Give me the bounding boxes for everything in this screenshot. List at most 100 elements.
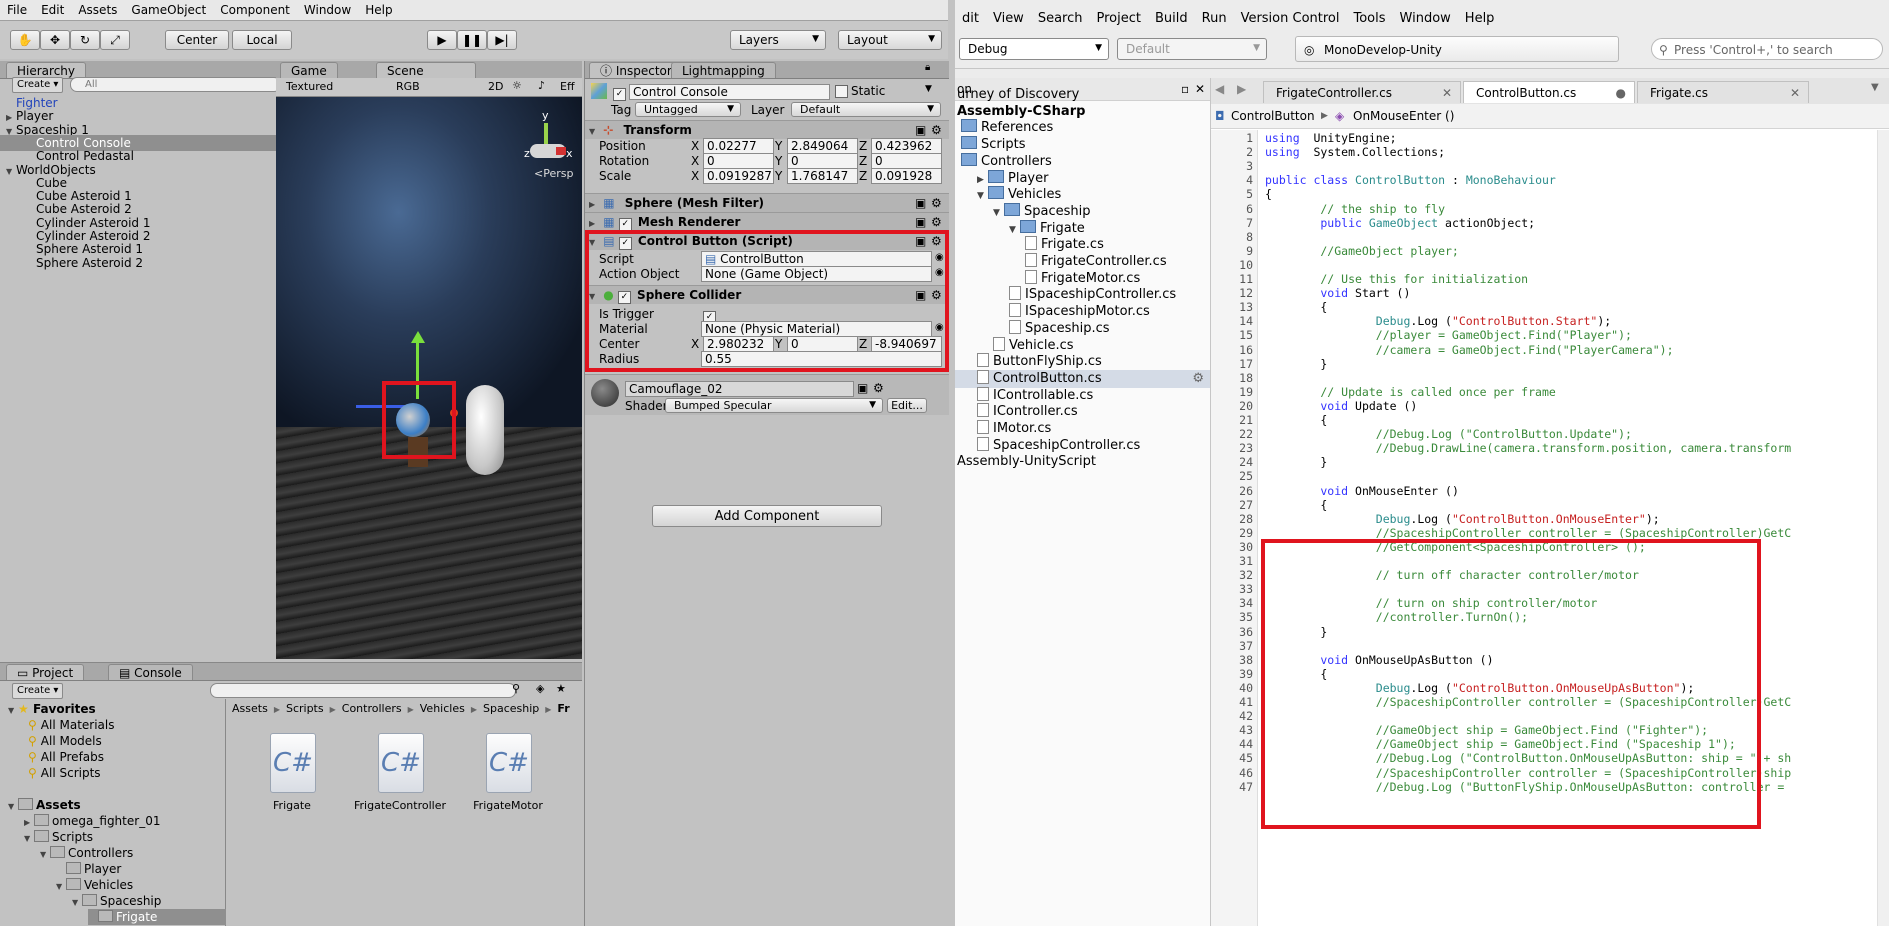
breadcrumb-item[interactable]: Scripts	[286, 702, 324, 715]
white-capsule[interactable]	[466, 385, 504, 475]
solution-item[interactable]: IControllable.cs	[955, 386, 1210, 405]
transform-position-z-field[interactable]: 0.423962	[871, 138, 942, 154]
chevron-left-icon[interactable]: ◀	[1215, 82, 1224, 96]
gear-icon[interactable]: ⚙	[873, 381, 884, 395]
object-name-field[interactable]: Control Console	[629, 84, 830, 100]
favorites-header[interactable]: ▼ ★ Favorites	[8, 701, 96, 717]
star-icon[interactable]: ★	[556, 682, 566, 695]
breadcrumb-class[interactable]: ControlButton	[1231, 104, 1315, 128]
menu-component[interactable]: Component	[213, 3, 297, 17]
gear-icon[interactable]: ⚙	[1192, 370, 1204, 388]
play-button[interactable]: ▶	[427, 30, 457, 50]
asset-tree-item[interactable]: ▼ Scripts	[24, 829, 226, 845]
layers-dropdown[interactable]: Layers ▼	[730, 30, 826, 50]
menu-version-control[interactable]: Version Control	[1234, 11, 1347, 26]
tab-hierarchy[interactable]: Hierarchy	[6, 62, 87, 78]
tab-project[interactable]: ▭ Project	[6, 664, 85, 680]
tab-inspector[interactable]: ⓘ Inspector	[589, 62, 683, 78]
asset-tree-item[interactable]: Player	[56, 861, 226, 877]
cs-script-icon[interactable]: C#	[486, 733, 532, 793]
favorite-item[interactable]: ⚲ All Scripts	[28, 765, 101, 781]
shading-dropdown[interactable]: Textured	[286, 80, 333, 93]
solution-item[interactable]: ISpaceshipController.cs	[955, 286, 1210, 304]
step-button[interactable]: ▶|	[487, 30, 517, 50]
tab-game[interactable]: Game	[280, 62, 338, 78]
hand-tool-button[interactable]: ✋	[10, 30, 40, 50]
solution-item[interactable]: Vehicle.cs	[955, 336, 1210, 355]
menu-window[interactable]: Window	[297, 3, 358, 17]
effects-dropdown[interactable]: Eff	[560, 80, 575, 93]
shader-dropdown[interactable]: Bumped Specular ▼	[665, 398, 883, 413]
solution-item[interactable]: Scripts	[955, 136, 1210, 154]
global-search-input[interactable]: ⚲ Press 'Control+,' to search	[1651, 38, 1883, 60]
solution-item[interactable]: Assembly-UnityScript	[955, 453, 1210, 471]
solution-item[interactable]: Spaceship.cs	[955, 319, 1210, 338]
solution-item[interactable]: IMotor.cs	[955, 420, 1210, 438]
transform-scale-x-field[interactable]: 0.0919287	[703, 168, 774, 184]
render-mode-dropdown[interactable]: RGB	[396, 80, 420, 93]
configuration-dropdown[interactable]: Debug ▼	[959, 38, 1109, 60]
layout-dropdown[interactable]: Layout ▼	[838, 30, 942, 50]
asset-tree-item[interactable]: ▼ Vehicles	[56, 877, 226, 893]
orientation-gizmo[interactable]: y z x <Persp	[524, 109, 573, 180]
hierarchy-item[interactable]: Sphere Asteroid 2	[0, 255, 296, 271]
project-search-input[interactable]	[210, 683, 516, 698]
chevron-down-icon[interactable]: ▼	[925, 84, 932, 94]
menu-window[interactable]: Window	[1393, 11, 1458, 26]
solution-item[interactable]: ▼ Vehicles	[955, 186, 1210, 204]
menu-help[interactable]: Help	[1458, 11, 1502, 26]
help-icon[interactable]: ▣	[915, 121, 926, 139]
asset-tree-item[interactable]: Frigate	[88, 909, 226, 925]
add-component-button[interactable]: Add Component	[652, 505, 882, 527]
project-create-button[interactable]: Create ▾	[12, 683, 64, 699]
breadcrumb-item[interactable]: Controllers	[342, 702, 402, 715]
solution-item[interactable]: ISpaceshipMotor.cs	[955, 303, 1210, 321]
asset-tree-item[interactable]: ▶ omega_fighter_01	[24, 813, 226, 829]
scale-tool-button[interactable]: ⤢	[100, 30, 130, 50]
solution-item[interactable]: References	[955, 119, 1210, 137]
chevron-down-icon[interactable]: ▼	[1871, 82, 1879, 93]
mesh-filter-header[interactable]: ▶ ▦ Sphere (Mesh Filter) ▣ ⚙	[585, 193, 949, 212]
transform-scale-z-field[interactable]: 0.091928	[871, 168, 942, 184]
transform-scale-y-field[interactable]: 1.768147	[787, 168, 858, 184]
layer-dropdown[interactable]: Default ▼	[791, 102, 941, 117]
vertical-scrollbar[interactable]	[1877, 130, 1889, 926]
transform-position-x-field[interactable]: 0.02277	[703, 138, 774, 154]
breadcrumb-item[interactable]: Vehicles	[420, 702, 465, 715]
cs-script-icon[interactable]: C#	[378, 733, 424, 793]
hierarchy-create-button[interactable]: Create ▾	[12, 77, 64, 93]
filter-icon[interactable]: ⚲	[512, 682, 520, 695]
breadcrumb-item[interactable]: Fr	[557, 702, 569, 715]
solution-item[interactable]: Assembly-CSharp	[955, 103, 1210, 121]
solution-item[interactable]: FrigateMotor.cs	[955, 269, 1210, 288]
tab-console[interactable]: ▤ Console	[108, 664, 193, 680]
pause-button[interactable]: ❚❚	[457, 30, 487, 50]
solution-item[interactable]: Controllers	[955, 152, 1210, 171]
menu-search[interactable]: Search	[1031, 11, 1090, 26]
modified-dot-icon[interactable]: ●	[1616, 82, 1626, 104]
transform-rotation-x-field[interactable]: 0	[703, 153, 774, 169]
favorite-item[interactable]: ⚲ All Materials	[28, 717, 115, 733]
transform-position-y-field[interactable]: 2.849064	[787, 138, 858, 154]
menu-help[interactable]: Help	[358, 3, 399, 17]
gear-icon[interactable]: ⚙	[931, 194, 942, 212]
breadcrumb-item[interactable]: Spaceship	[483, 702, 539, 715]
solution-item[interactable]: Frigate.cs	[955, 236, 1210, 254]
lock-icon[interactable]: 🔒︎	[925, 62, 930, 73]
platform-dropdown[interactable]: Default ▼	[1117, 38, 1267, 60]
close-icon[interactable]: ✕	[1790, 82, 1800, 104]
menu-file[interactable]: File	[0, 3, 34, 17]
mesh-renderer-header[interactable]: ▶ ▦ ✓ Mesh Renderer ▣ ⚙	[585, 212, 949, 231]
breadcrumb-item[interactable]: Assets	[232, 702, 268, 715]
asset-tree-item[interactable]: ▼ Controllers	[40, 845, 226, 861]
tab-scene[interactable]: Scene	[376, 62, 476, 78]
help-icon[interactable]: ▣	[915, 194, 926, 212]
gear-icon[interactable]: ⚙	[931, 121, 942, 139]
favorite-item[interactable]: ⚲ All Models	[28, 733, 102, 749]
menu-gameobject[interactable]: GameObject	[124, 3, 213, 17]
tab-frigatecontroller[interactable]: FrigateController.cs ✕	[1263, 81, 1461, 103]
menu-view[interactable]: View	[986, 11, 1031, 26]
chevron-right-icon[interactable]: ▶	[1237, 82, 1246, 96]
move-tool-button[interactable]: ✥	[40, 30, 70, 50]
transform-rotation-z-field[interactable]: 0	[871, 153, 942, 169]
